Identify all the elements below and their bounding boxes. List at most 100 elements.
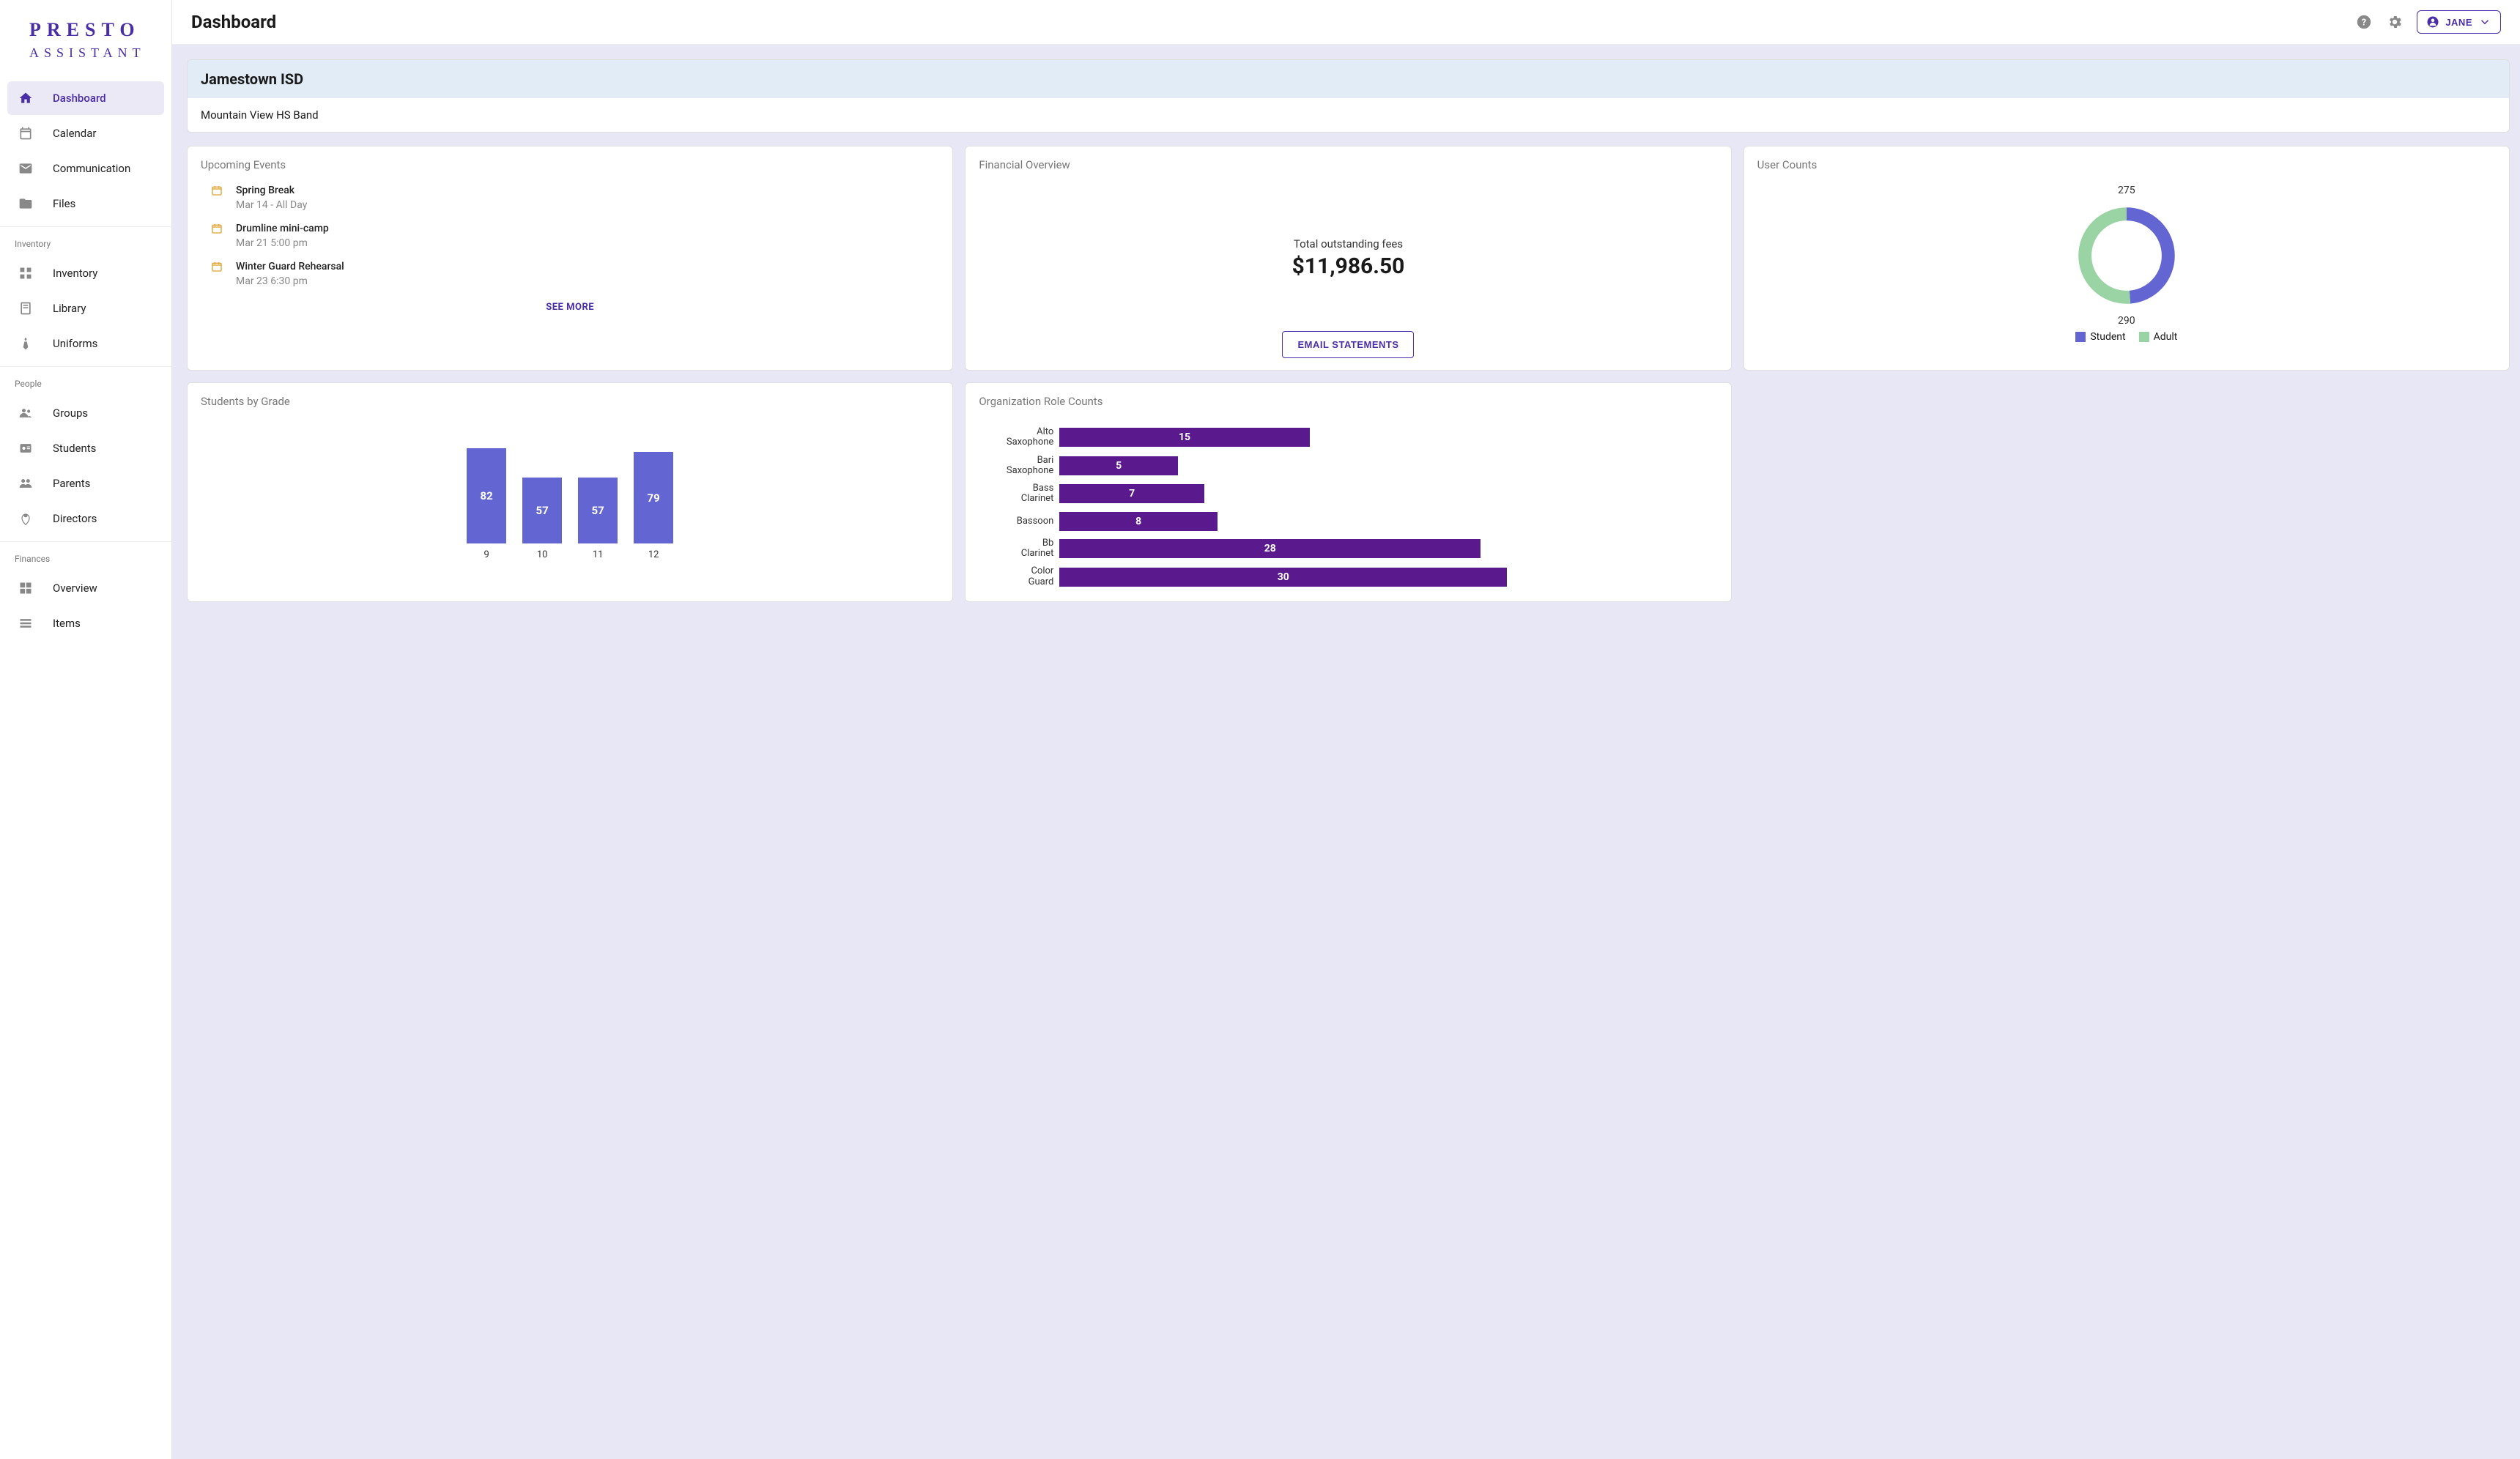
sidebar-item-overview[interactable]: Overview xyxy=(7,571,164,605)
sidebar-item-calendar[interactable]: Calendar xyxy=(7,116,164,150)
badge-icon xyxy=(18,440,34,456)
email-statements-button[interactable]: EMAIL STATEMENTS xyxy=(1282,331,1414,358)
sidebar-item-students[interactable]: Students xyxy=(7,431,164,465)
bar-label: ColorGuard xyxy=(979,566,1059,587)
main: Dashboard ? JANE Jamestown ISD Mountain … xyxy=(172,0,2520,1459)
see-more-button[interactable]: SEE MORE xyxy=(201,302,939,313)
bar-label: Bassoon xyxy=(979,516,1059,527)
sidebar-item-items[interactable]: Items xyxy=(7,606,164,640)
event-title: Spring Break xyxy=(236,185,939,196)
legend-student: Student xyxy=(2075,331,2125,343)
calendar-icon xyxy=(211,223,224,249)
grid-icon xyxy=(18,580,34,596)
tie-icon xyxy=(18,335,34,352)
bar-label: AltoSaxophone xyxy=(979,427,1059,448)
bar: 5 xyxy=(1059,456,1178,475)
donut-top-count: 275 xyxy=(2118,185,2135,196)
calendar-icon xyxy=(211,261,224,287)
sidebar-item-label: Calendar xyxy=(53,127,97,140)
sidebar: PRESTO ASSISTANT Dashboard Calendar Commun… xyxy=(0,0,172,1459)
calendar-icon xyxy=(18,125,34,141)
sidebar-item-label: Dashboard xyxy=(53,92,106,105)
user-menu-button[interactable]: JANE xyxy=(2417,10,2501,34)
calendar-icon xyxy=(211,185,224,211)
sidebar-item-label: Library xyxy=(53,302,86,315)
nav-group-title: Finances xyxy=(0,546,171,570)
sidebar-item-label: Groups xyxy=(53,406,88,420)
students-by-grade-card: Students by Grade 82 9 57 10 57 11 79 12 xyxy=(187,382,953,602)
sidebar-item-parents[interactable]: Parents xyxy=(7,467,164,500)
help-icon[interactable]: ? xyxy=(2355,13,2373,31)
role-bar-row: BariSaxophone 5 xyxy=(979,456,1717,477)
list-icon xyxy=(18,615,34,631)
sidebar-item-label: Files xyxy=(53,197,75,210)
sidebar-item-label: Overview xyxy=(53,582,97,595)
org-district: Jamestown ISD xyxy=(188,60,2509,98)
page-title: Dashboard xyxy=(191,12,276,32)
nav-group-title: Inventory xyxy=(0,231,171,255)
people-icon xyxy=(18,475,34,491)
role-bar-row: Bassoon 8 xyxy=(979,512,1717,531)
bar-label: BbClarinet xyxy=(979,538,1059,560)
role-counts-card: Organization Role Counts AltoSaxophone 1… xyxy=(965,382,1731,602)
card-title: Students by Grade xyxy=(201,395,939,408)
folder-icon xyxy=(18,196,34,212)
user-counts-card: User Counts 275 290 Student Adult xyxy=(1743,146,2510,371)
grade-bar: 57 11 xyxy=(578,478,618,560)
bar: 8 xyxy=(1059,512,1218,531)
event-date: Mar 14 - All Day xyxy=(236,199,939,211)
card-title: User Counts xyxy=(1757,158,2496,171)
bar-label: 10 xyxy=(537,549,548,560)
event-title: Drumline mini-camp xyxy=(236,223,939,234)
sidebar-item-directors[interactable]: Directors xyxy=(7,502,164,535)
mail-icon xyxy=(18,160,34,177)
person-pin-icon xyxy=(18,511,34,527)
bar: 82 xyxy=(467,448,506,543)
grade-bar: 57 10 xyxy=(522,478,562,560)
logo-sub: ASSISTANT xyxy=(29,45,157,61)
bar: 7 xyxy=(1059,484,1204,503)
bar-label: 9 xyxy=(484,549,489,560)
sidebar-item-label: Parents xyxy=(53,477,90,490)
role-bar-row: ColorGuard 30 xyxy=(979,566,1717,587)
sidebar-item-inventory[interactable]: Inventory xyxy=(7,256,164,290)
sidebar-item-dashboard[interactable]: Dashboard xyxy=(7,81,164,115)
event-row[interactable]: Winter Guard Rehearsal Mar 23 6:30 pm xyxy=(201,261,939,287)
grade-bar: 82 9 xyxy=(467,448,506,560)
card-title: Financial Overview xyxy=(979,158,1717,171)
logo-main: PRESTO xyxy=(29,19,157,41)
nav-group-title: People xyxy=(0,371,171,395)
sidebar-item-label: Communication xyxy=(53,162,130,175)
sidebar-item-library[interactable]: Library xyxy=(7,292,164,325)
topbar: Dashboard ? JANE xyxy=(172,0,2520,45)
bar: 57 xyxy=(578,478,618,543)
org-program: Mountain View HS Band xyxy=(188,98,2509,132)
event-row[interactable]: Spring Break Mar 14 - All Day xyxy=(201,185,939,211)
role-counts-chart: AltoSaxophone 15BariSaxophone 5BassClari… xyxy=(979,421,1717,587)
bar-label: BassClarinet xyxy=(979,483,1059,505)
group-icon xyxy=(18,405,34,421)
legend-adult: Adult xyxy=(2139,331,2178,343)
upcoming-events-card: Upcoming Events Spring Break Mar 14 - Al… xyxy=(187,146,953,371)
logo: PRESTO ASSISTANT xyxy=(0,0,171,75)
sidebar-item-label: Inventory xyxy=(53,267,97,280)
sidebar-item-uniforms[interactable]: Uniforms xyxy=(7,327,164,360)
bar: 28 xyxy=(1059,539,1480,558)
gear-icon[interactable] xyxy=(2386,13,2404,31)
role-bar-row: BassClarinet 7 xyxy=(979,483,1717,505)
svg-text:?: ? xyxy=(2362,18,2366,29)
grade-bar: 79 12 xyxy=(634,452,673,560)
sidebar-item-communication[interactable]: Communication xyxy=(7,152,164,185)
sidebar-item-files[interactable]: Files xyxy=(7,187,164,220)
bar-label: BariSaxophone xyxy=(979,456,1059,477)
event-row[interactable]: Drumline mini-camp Mar 21 5:00 pm xyxy=(201,223,939,249)
bar: 79 xyxy=(634,452,673,543)
bar: 57 xyxy=(522,478,562,543)
user-counts-donut-chart xyxy=(2072,201,2182,311)
sidebar-item-groups[interactable]: Groups xyxy=(7,396,164,430)
boxes-icon xyxy=(18,265,34,281)
financial-overview-card: Financial Overview Total outstanding fee… xyxy=(965,146,1731,371)
financial-label: Total outstanding fees xyxy=(1294,237,1403,250)
sidebar-item-label: Students xyxy=(53,442,96,455)
bar: 15 xyxy=(1059,428,1309,447)
